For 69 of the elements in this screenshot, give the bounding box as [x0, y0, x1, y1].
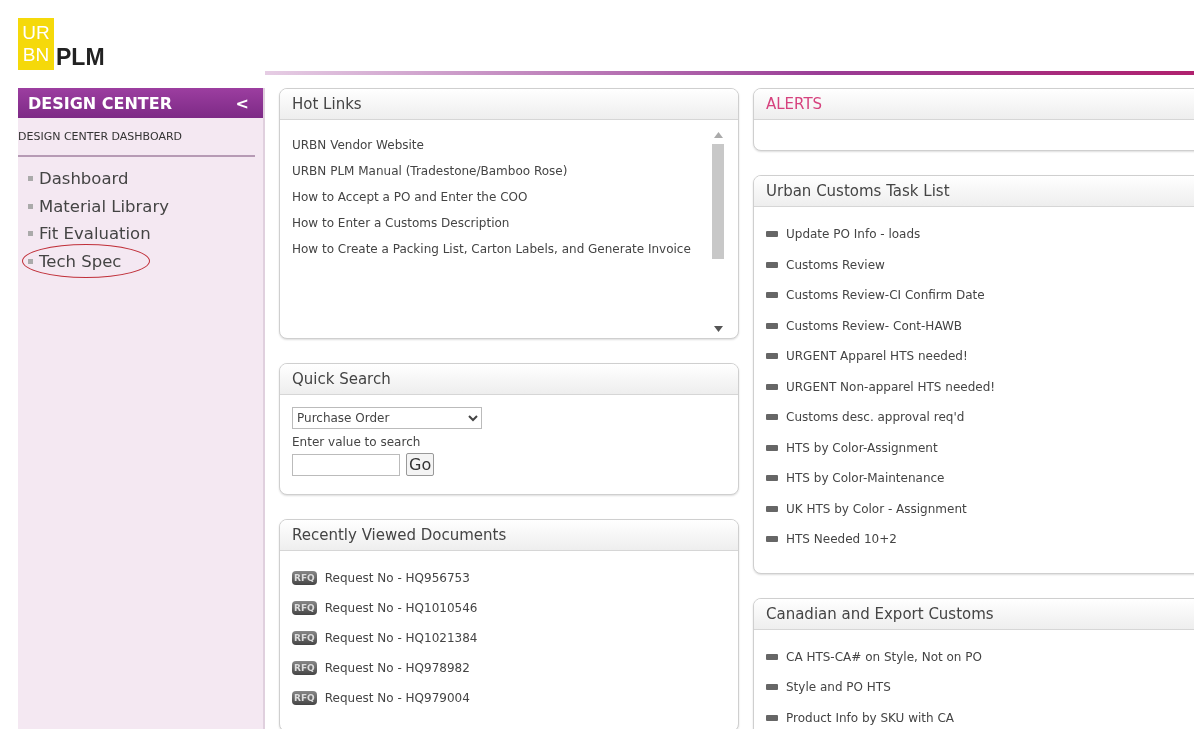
go-button[interactable]: Go [406, 453, 435, 476]
task-link[interactable]: Customs desc. approval req'd [786, 410, 965, 425]
bullet-icon [28, 258, 33, 264]
document-link[interactable]: Request No - HQ978982 [324, 661, 470, 675]
document-badge: RFQ [292, 631, 317, 645]
bullet-icon [766, 261, 778, 268]
field-label: Enter value to search [292, 435, 422, 449]
type-dropdown[interactable]: Purchase Order [292, 407, 482, 429]
task-link[interactable]: URGENT Apparel HTS needed! [786, 349, 968, 364]
sidebar-item[interactable]: Material Library [39, 196, 169, 216]
document-link[interactable]: Request No - HQ1010546 [324, 601, 478, 615]
collapse-button[interactable]: < [235, 93, 249, 113]
document-badge: RFQ [292, 661, 317, 675]
task-link[interactable]: Customs Review- Cont-HAWB [786, 318, 963, 333]
bullet-icon [766, 475, 778, 482]
bullet-icon [766, 714, 778, 721]
task-link[interactable]: Update PO Info - loads [786, 227, 921, 242]
task-link[interactable]: HTS by Color-Assignment [786, 440, 938, 455]
document-link[interactable]: Request No - HQ956753 [324, 571, 470, 585]
task-link[interactable]: UK HTS by Color - Assignment [786, 501, 967, 516]
bullet-icon [766, 414, 778, 421]
task-link[interactable]: CA HTS-CA# on Style, Not on PO [786, 649, 982, 664]
sidebar-item[interactable]: Fit Evaluation [39, 224, 151, 244]
bullet-icon [766, 536, 778, 543]
bullet-icon [766, 322, 778, 329]
panel-title: Hot Links [280, 89, 738, 120]
panel-title: ALERTS [754, 89, 1194, 120]
task-link[interactable]: Style and PO HTS [786, 680, 891, 695]
scroll-up-icon[interactable] [713, 132, 723, 138]
bullet-icon [766, 231, 778, 238]
bullet-icon [28, 231, 33, 237]
bullet-icon [28, 203, 33, 209]
task-link[interactable]: HTS Needed 10+2 [786, 532, 897, 547]
task-link[interactable]: Product Info by SKU with CA [786, 710, 955, 725]
panel-title: Quick Search [280, 364, 738, 395]
document-badge: RFQ [292, 601, 317, 615]
panel-title: Canadian and Export Customs [754, 598, 1194, 630]
bullet-icon [766, 684, 778, 691]
hot-link[interactable]: URBN PLM Manual (Tradestone/Bamboo Rose) [292, 158, 704, 184]
hot-link[interactable]: How to Create a Packing List, Carton Labels, and Generate Invoice [292, 236, 704, 262]
hot-link[interactable]: How to Enter a Customs Description [292, 210, 704, 236]
task-link[interactable]: HTS by Color-Maintenance [786, 471, 945, 486]
task-link[interactable]: Customs Review [786, 257, 885, 272]
sidebar-item[interactable]: Tech Spec [39, 251, 122, 271]
bullet-icon [766, 444, 778, 451]
bullet-icon [766, 505, 778, 512]
bullet-icon [766, 292, 778, 299]
task-link[interactable]: URGENT Non-apparel HTS needed! [786, 379, 996, 394]
app-name: PLM [56, 44, 105, 70]
hot-link[interactable]: URBN Vendor Website [292, 132, 704, 158]
search-field[interactable] [292, 453, 400, 476]
bullet-icon [766, 653, 778, 660]
panel-title: Urban Customs Task List [754, 176, 1194, 207]
document-badge: RFQ [292, 691, 317, 705]
bullet-icon [766, 383, 778, 390]
section-title: DESIGN CENTER DASHBOARD [18, 118, 255, 157]
scroll-down-icon[interactable] [713, 326, 723, 332]
scrollbar[interactable] [710, 132, 726, 332]
task-link[interactable]: Customs Review-CI Confirm Date [786, 288, 985, 303]
hot-link[interactable]: How to Accept a PO and Enter the COO [292, 184, 704, 210]
panel-title: Recently Viewed Documents [280, 520, 738, 551]
bullet-icon [766, 353, 778, 360]
bullet-icon [28, 176, 33, 182]
document-link[interactable]: Request No - HQ1021384 [324, 631, 478, 645]
logo-mark: UR BN [18, 18, 54, 70]
document-badge: RFQ [292, 571, 317, 585]
sidebar-title: DESIGN CENTER [28, 93, 172, 113]
sidebar-item[interactable]: Dashboard [39, 169, 129, 189]
document-link[interactable]: Request No - HQ979004 [324, 691, 470, 705]
